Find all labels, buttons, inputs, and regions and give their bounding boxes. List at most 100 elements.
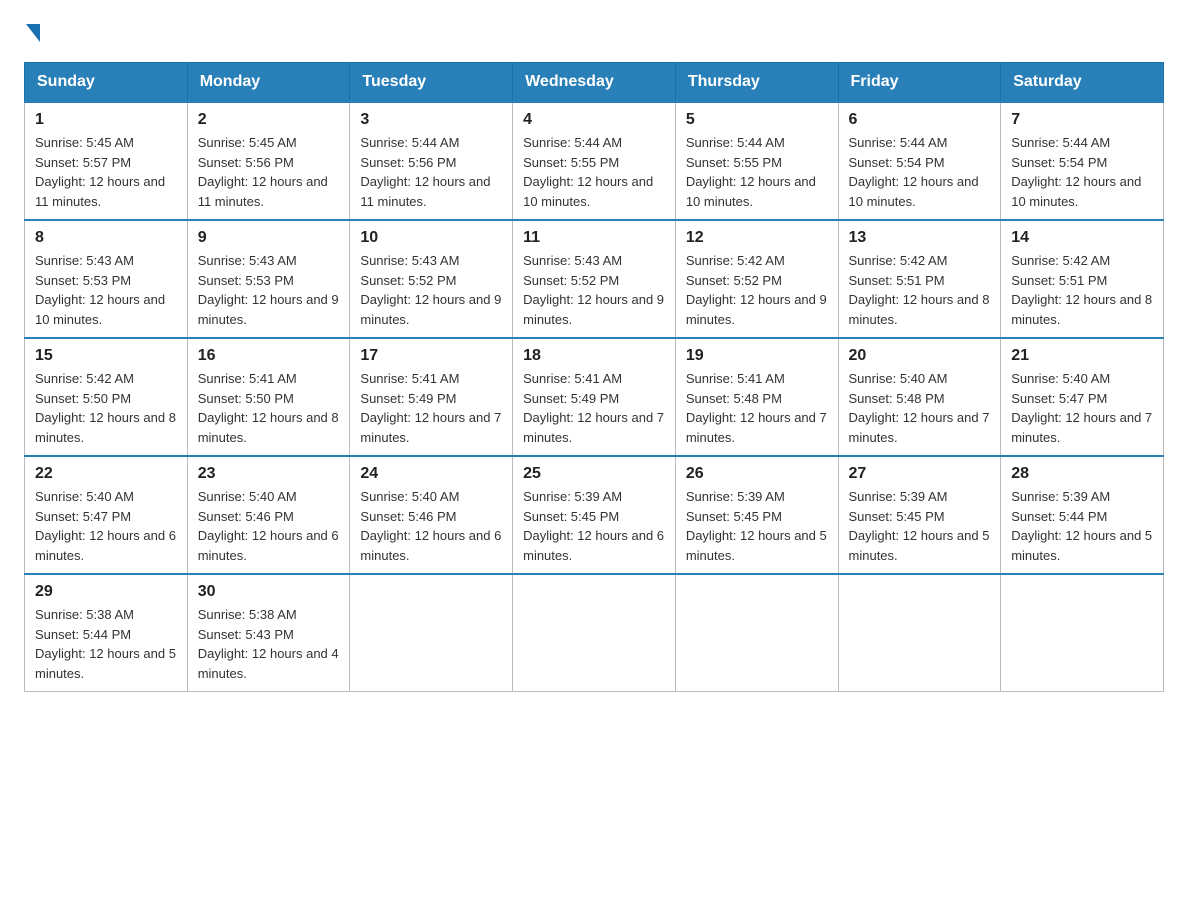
sunrise-label: Sunrise: 5:41 AM — [198, 371, 297, 386]
calendar-cell — [675, 574, 838, 692]
daylight-label: Daylight: 12 hours and 10 minutes. — [686, 174, 816, 209]
sunset-label: Sunset: 5:54 PM — [1011, 155, 1107, 170]
col-header-sunday: Sunday — [25, 63, 188, 103]
day-number: 24 — [360, 465, 502, 483]
calendar-cell: 14 Sunrise: 5:42 AM Sunset: 5:51 PM Dayl… — [1001, 220, 1164, 338]
sunset-label: Sunset: 5:46 PM — [198, 509, 294, 524]
calendar-cell: 5 Sunrise: 5:44 AM Sunset: 5:55 PM Dayli… — [675, 102, 838, 220]
sunset-label: Sunset: 5:55 PM — [686, 155, 782, 170]
daylight-label: Daylight: 12 hours and 10 minutes. — [523, 174, 653, 209]
daylight-label: Daylight: 12 hours and 5 minutes. — [849, 528, 990, 563]
sunset-label: Sunset: 5:46 PM — [360, 509, 456, 524]
sunrise-label: Sunrise: 5:41 AM — [686, 371, 785, 386]
day-info: Sunrise: 5:40 AM Sunset: 5:48 PM Dayligh… — [849, 369, 991, 447]
col-header-tuesday: Tuesday — [350, 63, 513, 103]
calendar-cell: 27 Sunrise: 5:39 AM Sunset: 5:45 PM Dayl… — [838, 456, 1001, 574]
day-info: Sunrise: 5:40 AM Sunset: 5:46 PM Dayligh… — [360, 487, 502, 565]
calendar-cell: 11 Sunrise: 5:43 AM Sunset: 5:52 PM Dayl… — [513, 220, 676, 338]
daylight-label: Daylight: 12 hours and 7 minutes. — [523, 410, 664, 445]
day-info: Sunrise: 5:41 AM Sunset: 5:48 PM Dayligh… — [686, 369, 828, 447]
col-header-friday: Friday — [838, 63, 1001, 103]
daylight-label: Daylight: 12 hours and 9 minutes. — [360, 292, 501, 327]
sunrise-label: Sunrise: 5:44 AM — [686, 135, 785, 150]
calendar-cell: 9 Sunrise: 5:43 AM Sunset: 5:53 PM Dayli… — [187, 220, 350, 338]
day-number: 1 — [35, 111, 177, 129]
calendar-cell: 4 Sunrise: 5:44 AM Sunset: 5:55 PM Dayli… — [513, 102, 676, 220]
calendar-cell: 19 Sunrise: 5:41 AM Sunset: 5:48 PM Dayl… — [675, 338, 838, 456]
daylight-label: Daylight: 12 hours and 9 minutes. — [198, 292, 339, 327]
daylight-label: Daylight: 12 hours and 8 minutes. — [198, 410, 339, 445]
calendar-cell: 24 Sunrise: 5:40 AM Sunset: 5:46 PM Dayl… — [350, 456, 513, 574]
daylight-label: Daylight: 12 hours and 8 minutes. — [35, 410, 176, 445]
day-info: Sunrise: 5:45 AM Sunset: 5:56 PM Dayligh… — [198, 133, 340, 211]
sunrise-label: Sunrise: 5:39 AM — [523, 489, 622, 504]
daylight-label: Daylight: 12 hours and 5 minutes. — [35, 646, 176, 681]
calendar-cell: 10 Sunrise: 5:43 AM Sunset: 5:52 PM Dayl… — [350, 220, 513, 338]
day-info: Sunrise: 5:44 AM Sunset: 5:55 PM Dayligh… — [686, 133, 828, 211]
sunrise-label: Sunrise: 5:40 AM — [849, 371, 948, 386]
calendar-cell: 22 Sunrise: 5:40 AM Sunset: 5:47 PM Dayl… — [25, 456, 188, 574]
sunrise-label: Sunrise: 5:41 AM — [360, 371, 459, 386]
sunset-label: Sunset: 5:52 PM — [523, 273, 619, 288]
calendar-cell: 28 Sunrise: 5:39 AM Sunset: 5:44 PM Dayl… — [1001, 456, 1164, 574]
day-number: 12 — [686, 229, 828, 247]
day-info: Sunrise: 5:43 AM Sunset: 5:52 PM Dayligh… — [360, 251, 502, 329]
day-number: 19 — [686, 347, 828, 365]
daylight-label: Daylight: 12 hours and 9 minutes. — [686, 292, 827, 327]
day-info: Sunrise: 5:42 AM Sunset: 5:50 PM Dayligh… — [35, 369, 177, 447]
day-number: 20 — [849, 347, 991, 365]
sunrise-label: Sunrise: 5:41 AM — [523, 371, 622, 386]
day-info: Sunrise: 5:41 AM Sunset: 5:49 PM Dayligh… — [360, 369, 502, 447]
week-row-5: 29 Sunrise: 5:38 AM Sunset: 5:44 PM Dayl… — [25, 574, 1164, 692]
calendar-cell: 1 Sunrise: 5:45 AM Sunset: 5:57 PM Dayli… — [25, 102, 188, 220]
calendar-cell: 3 Sunrise: 5:44 AM Sunset: 5:56 PM Dayli… — [350, 102, 513, 220]
calendar-cell: 2 Sunrise: 5:45 AM Sunset: 5:56 PM Dayli… — [187, 102, 350, 220]
sunrise-label: Sunrise: 5:45 AM — [198, 135, 297, 150]
sunset-label: Sunset: 5:52 PM — [686, 273, 782, 288]
day-number: 22 — [35, 465, 177, 483]
calendar-cell — [1001, 574, 1164, 692]
sunset-label: Sunset: 5:48 PM — [849, 391, 945, 406]
day-info: Sunrise: 5:39 AM Sunset: 5:45 PM Dayligh… — [523, 487, 665, 565]
sunrise-label: Sunrise: 5:40 AM — [1011, 371, 1110, 386]
sunset-label: Sunset: 5:45 PM — [686, 509, 782, 524]
sunrise-label: Sunrise: 5:38 AM — [198, 607, 297, 622]
sunset-label: Sunset: 5:44 PM — [1011, 509, 1107, 524]
day-info: Sunrise: 5:43 AM Sunset: 5:53 PM Dayligh… — [198, 251, 340, 329]
sunrise-label: Sunrise: 5:39 AM — [849, 489, 948, 504]
daylight-label: Daylight: 12 hours and 6 minutes. — [35, 528, 176, 563]
calendar-cell: 20 Sunrise: 5:40 AM Sunset: 5:48 PM Dayl… — [838, 338, 1001, 456]
daylight-label: Daylight: 12 hours and 10 minutes. — [849, 174, 979, 209]
sunset-label: Sunset: 5:47 PM — [1011, 391, 1107, 406]
day-info: Sunrise: 5:38 AM Sunset: 5:44 PM Dayligh… — [35, 605, 177, 683]
day-number: 3 — [360, 111, 502, 129]
calendar-cell: 25 Sunrise: 5:39 AM Sunset: 5:45 PM Dayl… — [513, 456, 676, 574]
day-number: 16 — [198, 347, 340, 365]
day-number: 5 — [686, 111, 828, 129]
week-row-1: 1 Sunrise: 5:45 AM Sunset: 5:57 PM Dayli… — [25, 102, 1164, 220]
daylight-label: Daylight: 12 hours and 6 minutes. — [198, 528, 339, 563]
calendar-header-row: SundayMondayTuesdayWednesdayThursdayFrid… — [25, 63, 1164, 103]
sunrise-label: Sunrise: 5:44 AM — [523, 135, 622, 150]
calendar-cell: 21 Sunrise: 5:40 AM Sunset: 5:47 PM Dayl… — [1001, 338, 1164, 456]
sunset-label: Sunset: 5:53 PM — [198, 273, 294, 288]
day-info: Sunrise: 5:42 AM Sunset: 5:51 PM Dayligh… — [849, 251, 991, 329]
sunset-label: Sunset: 5:51 PM — [849, 273, 945, 288]
sunset-label: Sunset: 5:43 PM — [198, 627, 294, 642]
day-number: 18 — [523, 347, 665, 365]
sunrise-label: Sunrise: 5:43 AM — [35, 253, 134, 268]
calendar-cell: 26 Sunrise: 5:39 AM Sunset: 5:45 PM Dayl… — [675, 456, 838, 574]
logo — [24, 24, 42, 42]
sunrise-label: Sunrise: 5:42 AM — [686, 253, 785, 268]
sunrise-label: Sunrise: 5:43 AM — [360, 253, 459, 268]
col-header-saturday: Saturday — [1001, 63, 1164, 103]
day-info: Sunrise: 5:39 AM Sunset: 5:45 PM Dayligh… — [686, 487, 828, 565]
sunset-label: Sunset: 5:53 PM — [35, 273, 131, 288]
day-info: Sunrise: 5:39 AM Sunset: 5:44 PM Dayligh… — [1011, 487, 1153, 565]
day-info: Sunrise: 5:44 AM Sunset: 5:56 PM Dayligh… — [360, 133, 502, 211]
logo-triangle-icon — [26, 24, 40, 42]
sunset-label: Sunset: 5:55 PM — [523, 155, 619, 170]
day-number: 9 — [198, 229, 340, 247]
day-number: 28 — [1011, 465, 1153, 483]
day-number: 7 — [1011, 111, 1153, 129]
